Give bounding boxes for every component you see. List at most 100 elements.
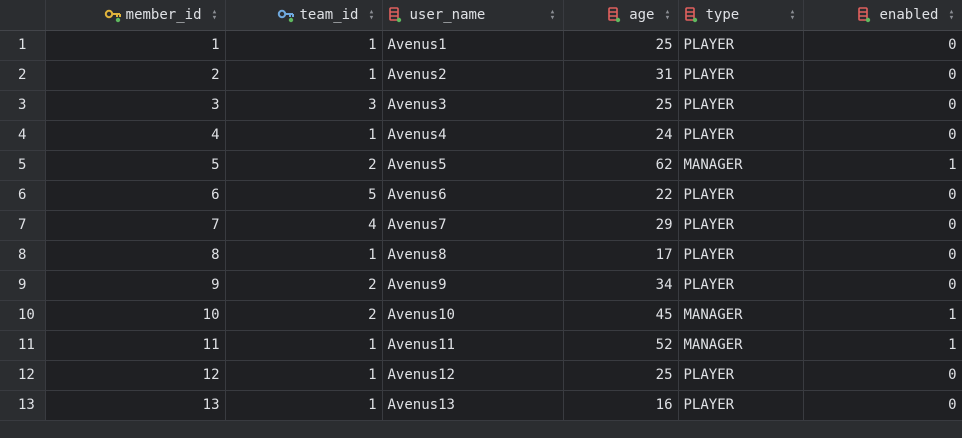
- column-header-user_name[interactable]: user_name ▴ ▾: [382, 0, 564, 31]
- cell-team_id[interactable]: 2: [225, 150, 383, 181]
- cell-age[interactable]: 16: [563, 390, 679, 421]
- cell-user_name[interactable]: Avenus3: [382, 90, 564, 121]
- cell-enabled[interactable]: 0: [803, 180, 962, 211]
- cell-age[interactable]: 25: [563, 30, 679, 61]
- table-row[interactable]: 9 9 2 Avenus9 34 PLAYER 0: [0, 270, 962, 301]
- column-header-type[interactable]: type ▴ ▾: [678, 0, 804, 31]
- row-number[interactable]: 5: [0, 150, 46, 181]
- row-number[interactable]: 2: [0, 60, 46, 91]
- cell-enabled[interactable]: 0: [803, 120, 962, 151]
- table-row[interactable]: 8 8 1 Avenus8 17 PLAYER 0: [0, 240, 962, 271]
- row-number[interactable]: 4: [0, 120, 46, 151]
- cell-user_name[interactable]: Avenus7: [382, 210, 564, 241]
- table-row[interactable]: 1 1 1 Avenus1 25 PLAYER 0: [0, 30, 962, 61]
- cell-type[interactable]: PLAYER: [678, 270, 804, 301]
- cell-type[interactable]: PLAYER: [678, 120, 804, 151]
- cell-age[interactable]: 17: [563, 240, 679, 271]
- cell-enabled[interactable]: 0: [803, 90, 962, 121]
- cell-user_name[interactable]: Avenus9: [382, 270, 564, 301]
- cell-type[interactable]: MANAGER: [678, 300, 804, 331]
- cell-enabled[interactable]: 0: [803, 210, 962, 241]
- cell-age[interactable]: 34: [563, 270, 679, 301]
- cell-enabled[interactable]: 0: [803, 30, 962, 61]
- cell-member_id[interactable]: 12: [45, 360, 226, 391]
- sort-toggle-icon[interactable]: ▴ ▾: [947, 7, 957, 22]
- cell-user_name[interactable]: Avenus13: [382, 390, 564, 421]
- cell-team_id[interactable]: 3: [225, 90, 383, 121]
- column-header-team_id[interactable]: team_id ▴ ▾: [225, 0, 383, 31]
- table-row[interactable]: 13 13 1 Avenus13 16 PLAYER 0: [0, 390, 962, 421]
- cell-user_name[interactable]: Avenus8: [382, 240, 564, 271]
- cell-team_id[interactable]: 1: [225, 390, 383, 421]
- cell-team_id[interactable]: 1: [225, 240, 383, 271]
- cell-team_id[interactable]: 4: [225, 210, 383, 241]
- cell-type[interactable]: PLAYER: [678, 60, 804, 91]
- cell-enabled[interactable]: 0: [803, 360, 962, 391]
- column-header-age[interactable]: age ▴ ▾: [563, 0, 679, 31]
- row-number[interactable]: 10: [0, 300, 46, 331]
- cell-user_name[interactable]: Avenus10: [382, 300, 564, 331]
- cell-enabled[interactable]: 1: [803, 150, 962, 181]
- cell-type[interactable]: PLAYER: [678, 90, 804, 121]
- cell-type[interactable]: MANAGER: [678, 330, 804, 361]
- row-number[interactable]: 13: [0, 390, 46, 421]
- table-row[interactable]: 4 4 1 Avenus4 24 PLAYER 0: [0, 120, 962, 151]
- cell-member_id[interactable]: 3: [45, 90, 226, 121]
- cell-user_name[interactable]: Avenus4: [382, 120, 564, 151]
- cell-enabled[interactable]: 1: [803, 330, 962, 361]
- cell-team_id[interactable]: 2: [225, 300, 383, 331]
- cell-age[interactable]: 22: [563, 180, 679, 211]
- column-header-member_id[interactable]: member_id ▴ ▾: [45, 0, 226, 31]
- cell-type[interactable]: PLAYER: [678, 360, 804, 391]
- cell-user_name[interactable]: Avenus12: [382, 360, 564, 391]
- cell-member_id[interactable]: 6: [45, 180, 226, 211]
- row-number[interactable]: 1: [0, 30, 46, 61]
- cell-type[interactable]: PLAYER: [678, 240, 804, 271]
- cell-team_id[interactable]: 1: [225, 360, 383, 391]
- cell-member_id[interactable]: 7: [45, 210, 226, 241]
- row-number[interactable]: 8: [0, 240, 46, 271]
- sort-toggle-icon[interactable]: ▴ ▾: [367, 7, 377, 22]
- sort-toggle-icon[interactable]: ▴ ▾: [548, 7, 558, 22]
- cell-enabled[interactable]: 0: [803, 270, 962, 301]
- cell-team_id[interactable]: 5: [225, 180, 383, 211]
- cell-team_id[interactable]: 1: [225, 30, 383, 61]
- row-number[interactable]: 12: [0, 360, 46, 391]
- cell-member_id[interactable]: 8: [45, 240, 226, 271]
- table-row[interactable]: 3 3 3 Avenus3 25 PLAYER 0: [0, 90, 962, 121]
- cell-enabled[interactable]: 0: [803, 240, 962, 271]
- cell-age[interactable]: 29: [563, 210, 679, 241]
- row-number[interactable]: 9: [0, 270, 46, 301]
- cell-age[interactable]: 25: [563, 360, 679, 391]
- cell-user_name[interactable]: Avenus1: [382, 30, 564, 61]
- cell-enabled[interactable]: 0: [803, 390, 962, 421]
- cell-team_id[interactable]: 1: [225, 330, 383, 361]
- cell-team_id[interactable]: 1: [225, 120, 383, 151]
- cell-age[interactable]: 25: [563, 90, 679, 121]
- cell-type[interactable]: PLAYER: [678, 30, 804, 61]
- cell-member_id[interactable]: 2: [45, 60, 226, 91]
- cell-enabled[interactable]: 0: [803, 60, 962, 91]
- cell-user_name[interactable]: Avenus11: [382, 330, 564, 361]
- cell-member_id[interactable]: 9: [45, 270, 226, 301]
- table-row[interactable]: 2 2 1 Avenus2 31 PLAYER 0: [0, 60, 962, 91]
- table-row[interactable]: 11 11 1 Avenus11 52 MANAGER 1: [0, 330, 962, 361]
- cell-user_name[interactable]: Avenus6: [382, 180, 564, 211]
- sort-toggle-icon[interactable]: ▴ ▾: [788, 7, 798, 22]
- cell-team_id[interactable]: 1: [225, 60, 383, 91]
- row-number[interactable]: 7: [0, 210, 46, 241]
- column-header-enabled[interactable]: enabled ▴ ▾: [803, 0, 962, 31]
- cell-type[interactable]: PLAYER: [678, 210, 804, 241]
- sort-toggle-icon[interactable]: ▴ ▾: [210, 7, 220, 22]
- cell-member_id[interactable]: 4: [45, 120, 226, 151]
- cell-member_id[interactable]: 13: [45, 390, 226, 421]
- cell-member_id[interactable]: 5: [45, 150, 226, 181]
- cell-age[interactable]: 45: [563, 300, 679, 331]
- cell-age[interactable]: 31: [563, 60, 679, 91]
- table-row[interactable]: 6 6 5 Avenus6 22 PLAYER 0: [0, 180, 962, 211]
- table-row[interactable]: 10 10 2 Avenus10 45 MANAGER 1: [0, 300, 962, 331]
- cell-member_id[interactable]: 11: [45, 330, 226, 361]
- cell-member_id[interactable]: 10: [45, 300, 226, 331]
- cell-type[interactable]: PLAYER: [678, 180, 804, 211]
- table-row[interactable]: 5 5 2 Avenus5 62 MANAGER 1: [0, 150, 962, 181]
